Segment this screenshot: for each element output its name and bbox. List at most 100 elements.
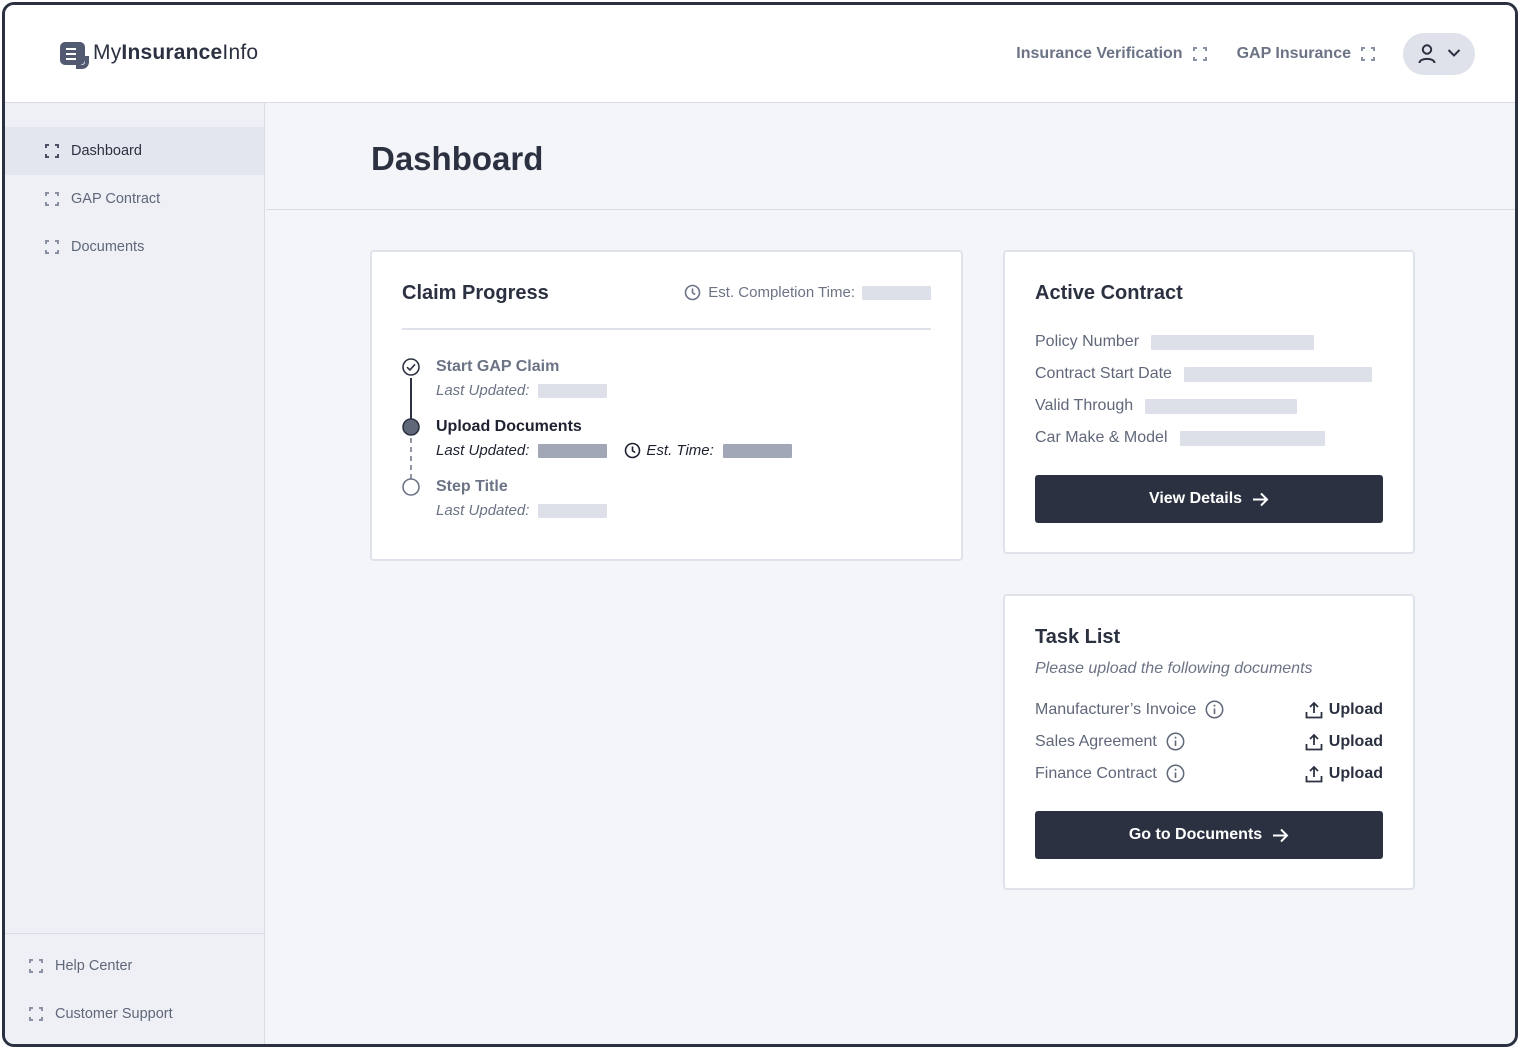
- app-window: MyInsuranceInfo Insurance Verification G…: [2, 2, 1518, 1047]
- go-to-documents-button[interactable]: Go to Documents: [1035, 811, 1383, 859]
- task-name-group: Manufacturer’s Invoice: [1035, 700, 1224, 719]
- sidebar-item-documents[interactable]: Documents: [5, 223, 264, 271]
- task-row-sales-agreement: Sales Agreement Upload: [1035, 732, 1383, 751]
- corner-brackets-icon: [29, 959, 43, 973]
- button-label: Go to Documents: [1128, 826, 1263, 843]
- field-label: Car Make & Model: [1035, 429, 1168, 446]
- last-updated-value-placeholder: [538, 503, 608, 518]
- sidebar-item-label: Customer Support: [55, 1006, 173, 1022]
- logo[interactable]: MyInsuranceInfo: [60, 41, 259, 69]
- step-meta: Last Updated: Est. Time:: [436, 442, 792, 459]
- sidebar-item-label: Documents: [71, 239, 145, 255]
- step-title: Step Title: [436, 478, 508, 495]
- button-label: View Details: [1148, 490, 1243, 507]
- progress-step-upload-documents: Upload Documents Last Updated: Est. Time…: [436, 418, 792, 459]
- progress-step-step-title: Step Title Last Updated:: [436, 478, 608, 519]
- step-meta: Last Updated:: [436, 502, 608, 519]
- corner-brackets-icon: [29, 1007, 43, 1021]
- top-bar: MyInsuranceInfo Insurance Verification G…: [5, 5, 1515, 103]
- est-completion-label: Est. Completion Time:: [708, 284, 855, 301]
- card-title: Task List: [1035, 626, 1121, 648]
- sidebar: Dashboard GAP Contract Documents Help Ce…: [5, 103, 265, 1044]
- view-details-button[interactable]: View Details: [1035, 475, 1383, 523]
- task-name-group: Sales Agreement: [1035, 732, 1185, 751]
- task-name: Manufacturer’s Invoice: [1035, 700, 1197, 718]
- task-name: Finance Contract: [1035, 764, 1157, 782]
- field-contract-start-date: Contract Start Date: [1035, 365, 1372, 383]
- logo-icon: [60, 41, 89, 69]
- topnav-insurance-verification[interactable]: Insurance Verification: [1016, 45, 1207, 63]
- clock-icon: [625, 442, 641, 459]
- pending-step-circle-icon: [402, 478, 420, 496]
- divider: [402, 328, 931, 330]
- est-completion-value-placeholder: [862, 285, 931, 300]
- info-icon[interactable]: [1205, 700, 1224, 719]
- last-updated-label: Last Updated:: [436, 382, 530, 399]
- last-updated-label: Last Updated:: [436, 502, 530, 519]
- corner-brackets-icon: [1361, 47, 1375, 61]
- clock-icon: [684, 284, 701, 301]
- sidebar-item-label: Dashboard: [71, 143, 142, 159]
- est-time-value-placeholder: [722, 443, 792, 458]
- upload-label: Upload: [1328, 764, 1383, 782]
- profile-menu-button[interactable]: [1403, 33, 1475, 75]
- page-header: Dashboard: [266, 104, 1515, 210]
- topnav-label: Insurance Verification: [1016, 45, 1183, 62]
- field-value-placeholder: [1183, 366, 1372, 382]
- field-label: Valid Through: [1035, 397, 1134, 414]
- task-name-group: Finance Contract: [1035, 764, 1185, 783]
- last-updated-value-placeholder: [538, 443, 608, 458]
- topnav-label: GAP Insurance: [1236, 45, 1351, 62]
- sidebar-item-help-center[interactable]: Help Center: [5, 942, 264, 990]
- top-nav: Insurance Verification GAP Insurance: [1016, 45, 1375, 63]
- est-completion-time: Est. Completion Time:: [684, 284, 931, 301]
- corner-brackets-icon: [45, 192, 59, 206]
- est-time-label: Est. Time:: [646, 442, 714, 459]
- upload-label: Upload: [1328, 700, 1383, 718]
- last-updated-label: Last Updated:: [436, 442, 530, 459]
- info-icon[interactable]: [1166, 732, 1185, 751]
- task-name: Sales Agreement: [1035, 732, 1157, 750]
- check-circle-icon: [402, 358, 420, 376]
- chevron-down-icon: [1447, 49, 1461, 57]
- upload-icon: [1305, 765, 1323, 782]
- sidebar-item-dashboard[interactable]: Dashboard: [5, 127, 264, 175]
- current-step-dot-icon: [402, 418, 420, 436]
- field-value-placeholder: [1145, 398, 1298, 414]
- info-icon[interactable]: [1166, 764, 1185, 783]
- active-contract-card: Active Contract Policy Number Contract S…: [1003, 250, 1415, 554]
- page-title: Dashboard: [371, 140, 544, 177]
- logo-text: MyInsuranceInfo: [93, 41, 259, 64]
- task-list-subtitle: Please upload the following documents: [1035, 660, 1313, 677]
- field-policy-number: Policy Number: [1035, 333, 1315, 351]
- upload-icon: [1305, 733, 1323, 750]
- step-title: Start GAP Claim: [436, 358, 560, 375]
- arrow-right-icon: [1273, 828, 1289, 842]
- task-row-manufacturers-invoice: Manufacturer’s Invoice Upload: [1035, 700, 1383, 719]
- corner-brackets-icon: [1192, 47, 1207, 61]
- sidebar-divider: [5, 933, 264, 934]
- corner-brackets-icon: [45, 144, 59, 158]
- upload-button[interactable]: Upload: [1305, 765, 1383, 783]
- field-car-make-model: Car Make & Model: [1035, 429, 1325, 447]
- sidebar-item-label: GAP Contract: [71, 191, 161, 207]
- step-title: Upload Documents: [436, 418, 582, 435]
- user-icon: [1418, 44, 1436, 64]
- topnav-gap-insurance[interactable]: GAP Insurance: [1237, 45, 1375, 63]
- card-title: Claim Progress: [402, 282, 549, 304]
- claim-progress-card: Claim Progress Est. Completion Time: Sta…: [370, 250, 963, 561]
- sidebar-item-customer-support[interactable]: Customer Support: [5, 990, 264, 1038]
- sidebar-item-label: Help Center: [55, 958, 133, 974]
- field-value-placeholder: [1151, 334, 1315, 350]
- arrow-right-icon: [1253, 492, 1269, 506]
- field-valid-through: Valid Through: [1035, 397, 1298, 415]
- upload-button[interactable]: Upload: [1305, 733, 1383, 751]
- step-meta: Last Updated:: [436, 382, 608, 399]
- card-title: Active Contract: [1035, 282, 1183, 304]
- sidebar-item-gap-contract[interactable]: GAP Contract: [5, 175, 264, 223]
- progress-step-start-gap-claim: Start GAP Claim Last Updated:: [436, 358, 608, 399]
- upload-button[interactable]: Upload: [1305, 701, 1383, 719]
- last-updated-value-placeholder: [538, 383, 608, 398]
- field-label: Contract Start Date: [1035, 365, 1172, 382]
- upload-label: Upload: [1328, 732, 1383, 750]
